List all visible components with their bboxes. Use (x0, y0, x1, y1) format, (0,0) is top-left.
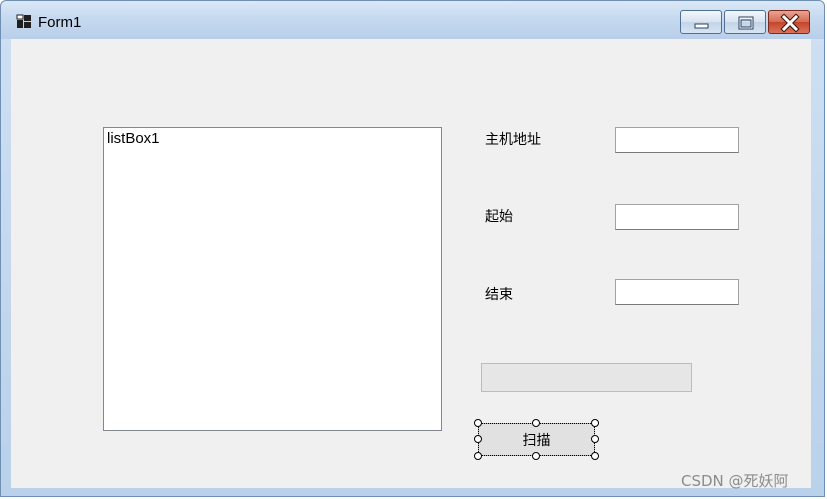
resize-handle[interactable] (474, 419, 482, 427)
maximize-button[interactable] (724, 10, 766, 34)
resize-handle[interactable] (474, 435, 482, 443)
end-label: 结束 (485, 287, 513, 303)
resize-handle[interactable] (591, 419, 599, 427)
window-title: Form1 (38, 14, 82, 31)
form-app-icon (16, 14, 31, 28)
app-window: Form1 listBox1 主机地址 起始 结束 扫描 (0, 0, 825, 497)
resize-handle[interactable] (532, 419, 540, 427)
resize-handle[interactable] (591, 435, 599, 443)
list-box[interactable]: listBox1 (103, 127, 442, 431)
resize-handle[interactable] (532, 452, 540, 460)
form-client-area: listBox1 主机地址 起始 结束 扫描 (11, 39, 811, 488)
resize-handle[interactable] (474, 452, 482, 460)
close-icon (780, 13, 800, 33)
start-input[interactable] (615, 204, 739, 230)
host-address-input[interactable] (615, 127, 739, 153)
end-input[interactable] (615, 279, 739, 305)
minimize-button[interactable] (680, 10, 722, 34)
close-button[interactable] (768, 10, 810, 34)
maximize-icon (738, 16, 754, 30)
start-label: 起始 (485, 209, 513, 225)
minimize-icon (694, 23, 709, 29)
scan-progress-bar (481, 363, 692, 392)
host-address-label: 主机地址 (485, 132, 541, 148)
title-bar[interactable]: Form1 (1, 1, 824, 39)
watermark-text: CSDN @死妖阿 (681, 472, 789, 490)
resize-handle[interactable] (591, 452, 599, 460)
list-item[interactable]: listBox1 (107, 130, 160, 147)
